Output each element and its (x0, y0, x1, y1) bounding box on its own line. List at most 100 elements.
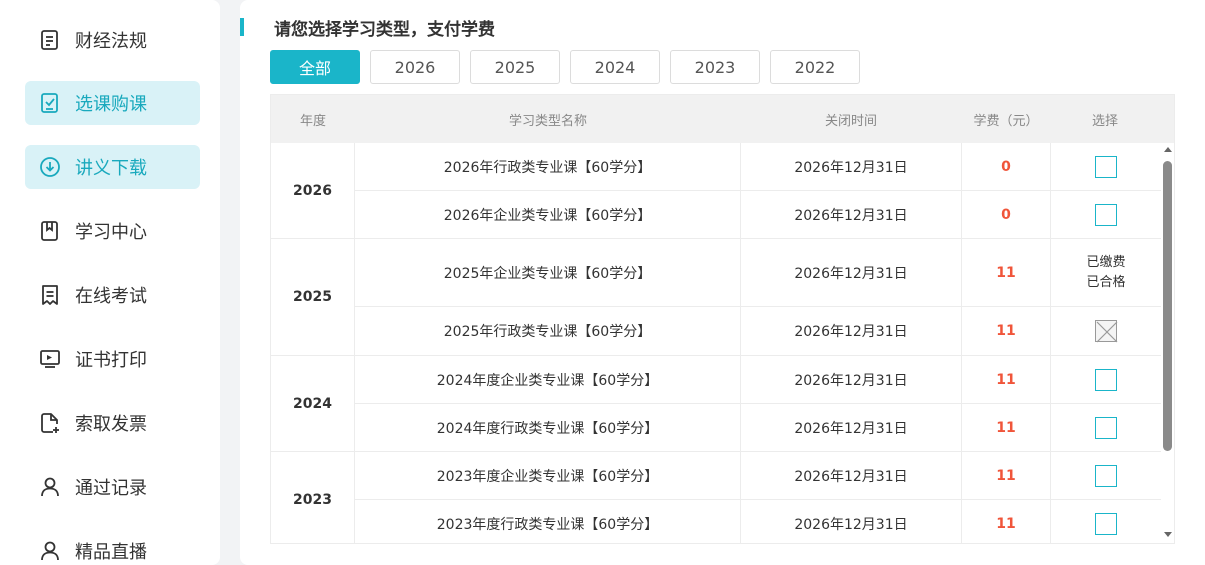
header-year: 年度 (299, 113, 326, 129)
header-name: 学习类型名称 (508, 113, 587, 129)
year-cell: 2023 (271, 452, 355, 543)
user-icon (37, 474, 63, 500)
sidebar-item-label: 在线考试 (75, 286, 147, 307)
course-name: 2024年度企业类专业课【60学分】 (355, 356, 741, 403)
sidebar-item-label: 选课购课 (75, 94, 147, 115)
tab-2026[interactable]: 2026 (370, 50, 460, 84)
course-table: 年度 学习类型名称 关闭时间 学费（元） 选择 2026 2026年行政类专业课… (270, 94, 1175, 544)
course-name: 2026年行政类专业课【60学分】 (355, 143, 741, 190)
close-time: 2026年12月31日 (741, 356, 962, 403)
close-time: 2026年12月31日 (741, 452, 962, 499)
scroll-thumb[interactable] (1163, 161, 1172, 451)
bookmark-icon (37, 218, 63, 244)
document-icon (37, 27, 63, 53)
table-row: 2024年度企业类专业课【60学分】 2026年12月31日 11 (355, 356, 1161, 404)
title-accent-bar (240, 18, 244, 36)
fee: 0 (962, 143, 1051, 190)
sidebar-item-study-center[interactable]: 学习中心 (25, 209, 200, 253)
header-fee: 学费（元） (973, 113, 1039, 129)
year-cell: 2026 (271, 143, 355, 238)
tab-2023[interactable]: 2023 (670, 50, 760, 84)
fee: 11 (962, 452, 1051, 499)
status-cell: 已缴费 已合格 (1051, 239, 1161, 306)
exam-icon (37, 282, 63, 308)
select-checkbox[interactable] (1095, 155, 1117, 178)
close-time: 2026年12月31日 (741, 191, 962, 238)
close-time: 2026年12月31日 (741, 143, 962, 190)
monitor-icon (37, 346, 63, 372)
sidebar-item-label: 财经法规 (75, 31, 147, 52)
select-checkbox[interactable] (1095, 203, 1117, 226)
download-icon (37, 154, 63, 180)
main-panel: 请您选择学习类型，支付学费 全部 2026 2025 2024 2023 202… (240, 0, 1205, 565)
close-time: 2026年12月31日 (741, 404, 962, 451)
close-time: 2026年12月31日 (741, 500, 962, 543)
tab-2025[interactable]: 2025 (470, 50, 560, 84)
fee: 11 (962, 404, 1051, 451)
close-time: 2026年12月31日 (741, 239, 962, 306)
sidebar-item-label: 精品直播 (75, 542, 147, 563)
close-time: 2026年12月31日 (741, 307, 962, 355)
table-scrollbar[interactable] (1161, 145, 1175, 543)
year-cell: 2024 (271, 356, 355, 451)
table-row: 2023年度企业类专业课【60学分】 2026年12月31日 11 (355, 452, 1161, 500)
sidebar-item-regulations[interactable]: 财经法规 (25, 18, 200, 62)
passed-status: 已合格 (1086, 274, 1126, 290)
tab-2024[interactable]: 2024 (570, 50, 660, 84)
sidebar-item-course-select[interactable]: 选课购课 (25, 81, 200, 125)
table-row: 2026年行政类专业课【60学分】 2026年12月31日 0 (355, 143, 1161, 191)
paid-status: 已缴费 (1086, 254, 1126, 270)
page-title: 请您选择学习类型，支付学费 (274, 20, 495, 40)
year-cell: 2025 (271, 239, 355, 355)
select-checkbox[interactable] (1095, 368, 1117, 391)
table-header: 年度 学习类型名称 关闭时间 学费（元） 选择 (271, 95, 1174, 143)
checkbox-icon (37, 90, 63, 116)
sidebar-item-online-exam[interactable]: 在线考试 (25, 273, 200, 317)
sidebar-item-pass-records[interactable]: 通过记录 (25, 465, 200, 509)
user-icon (37, 538, 63, 564)
header-select: 选择 (1091, 113, 1118, 129)
sidebar-item-label: 通过记录 (75, 478, 147, 499)
table-row: 2023年度行政类专业课【60学分】 2026年12月31日 11 (355, 500, 1161, 543)
table-row: 2026年企业类专业课【60学分】 2026年12月31日 0 (355, 191, 1161, 238)
table-row: 2024年度行政类专业课【60学分】 2026年12月31日 11 (355, 404, 1161, 451)
scroll-down-arrow-icon[interactable] (1164, 532, 1172, 537)
table-body: 2026 2026年行政类专业课【60学分】 2026年12月31日 0 202… (271, 143, 1161, 543)
fee: 11 (962, 239, 1051, 306)
sidebar-item-label: 索取发票 (75, 414, 147, 435)
fee: 11 (962, 307, 1051, 355)
year-group-2026: 2026 2026年行政类专业课【60学分】 2026年12月31日 0 202… (271, 143, 1161, 239)
course-name: 2023年度企业类专业课【60学分】 (355, 452, 741, 499)
year-tabs: 全部 2026 2025 2024 2023 2022 (270, 50, 870, 84)
tab-2022[interactable]: 2022 (770, 50, 860, 84)
fee: 11 (962, 500, 1051, 543)
year-group-2023: 2023 2023年度企业类专业课【60学分】 2026年12月31日 11 2… (271, 452, 1161, 543)
course-name: 2023年度行政类专业课【60学分】 (355, 500, 741, 543)
select-checkbox[interactable] (1095, 416, 1117, 439)
sidebar-item-download[interactable]: 讲义下载 (25, 145, 200, 189)
course-name: 2025年行政类专业课【60学分】 (355, 307, 741, 355)
course-name: 2026年企业类专业课【60学分】 (355, 191, 741, 238)
scroll-up-arrow-icon[interactable] (1164, 147, 1172, 152)
fee: 11 (962, 356, 1051, 403)
invoice-icon (37, 410, 63, 436)
sidebar-item-certificate[interactable]: 证书打印 (25, 337, 200, 381)
table-row: 2025年企业类专业课【60学分】 2026年12月31日 11 已缴费 已合格 (355, 239, 1161, 307)
sidebar-item-invoice[interactable]: 索取发票 (25, 401, 200, 445)
sidebar-item-label: 讲义下载 (75, 158, 147, 179)
sidebar: 财经法规 选课购课 讲义下载 学习中心 在线考试 证书打印 索取发票 通过记录 … (0, 0, 220, 565)
disabled-checkbox (1095, 320, 1118, 343)
sidebar-item-label: 学习中心 (75, 222, 147, 243)
table-row: 2025年行政类专业课【60学分】 2026年12月31日 11 (355, 307, 1161, 355)
course-name: 2025年企业类专业课【60学分】 (355, 239, 741, 306)
year-group-2025: 2025 2025年企业类专业课【60学分】 2026年12月31日 11 已缴… (271, 239, 1161, 356)
tab-all[interactable]: 全部 (270, 50, 360, 84)
header-close-time: 关闭时间 (824, 113, 877, 129)
fee: 0 (962, 191, 1051, 238)
sidebar-item-live[interactable]: 精品直播 (25, 529, 200, 565)
select-checkbox[interactable] (1095, 464, 1117, 487)
course-name: 2024年度行政类专业课【60学分】 (355, 404, 741, 451)
select-checkbox[interactable] (1095, 513, 1117, 535)
year-group-2024: 2024 2024年度企业类专业课【60学分】 2026年12月31日 11 2… (271, 356, 1161, 452)
sidebar-item-label: 证书打印 (75, 350, 147, 371)
